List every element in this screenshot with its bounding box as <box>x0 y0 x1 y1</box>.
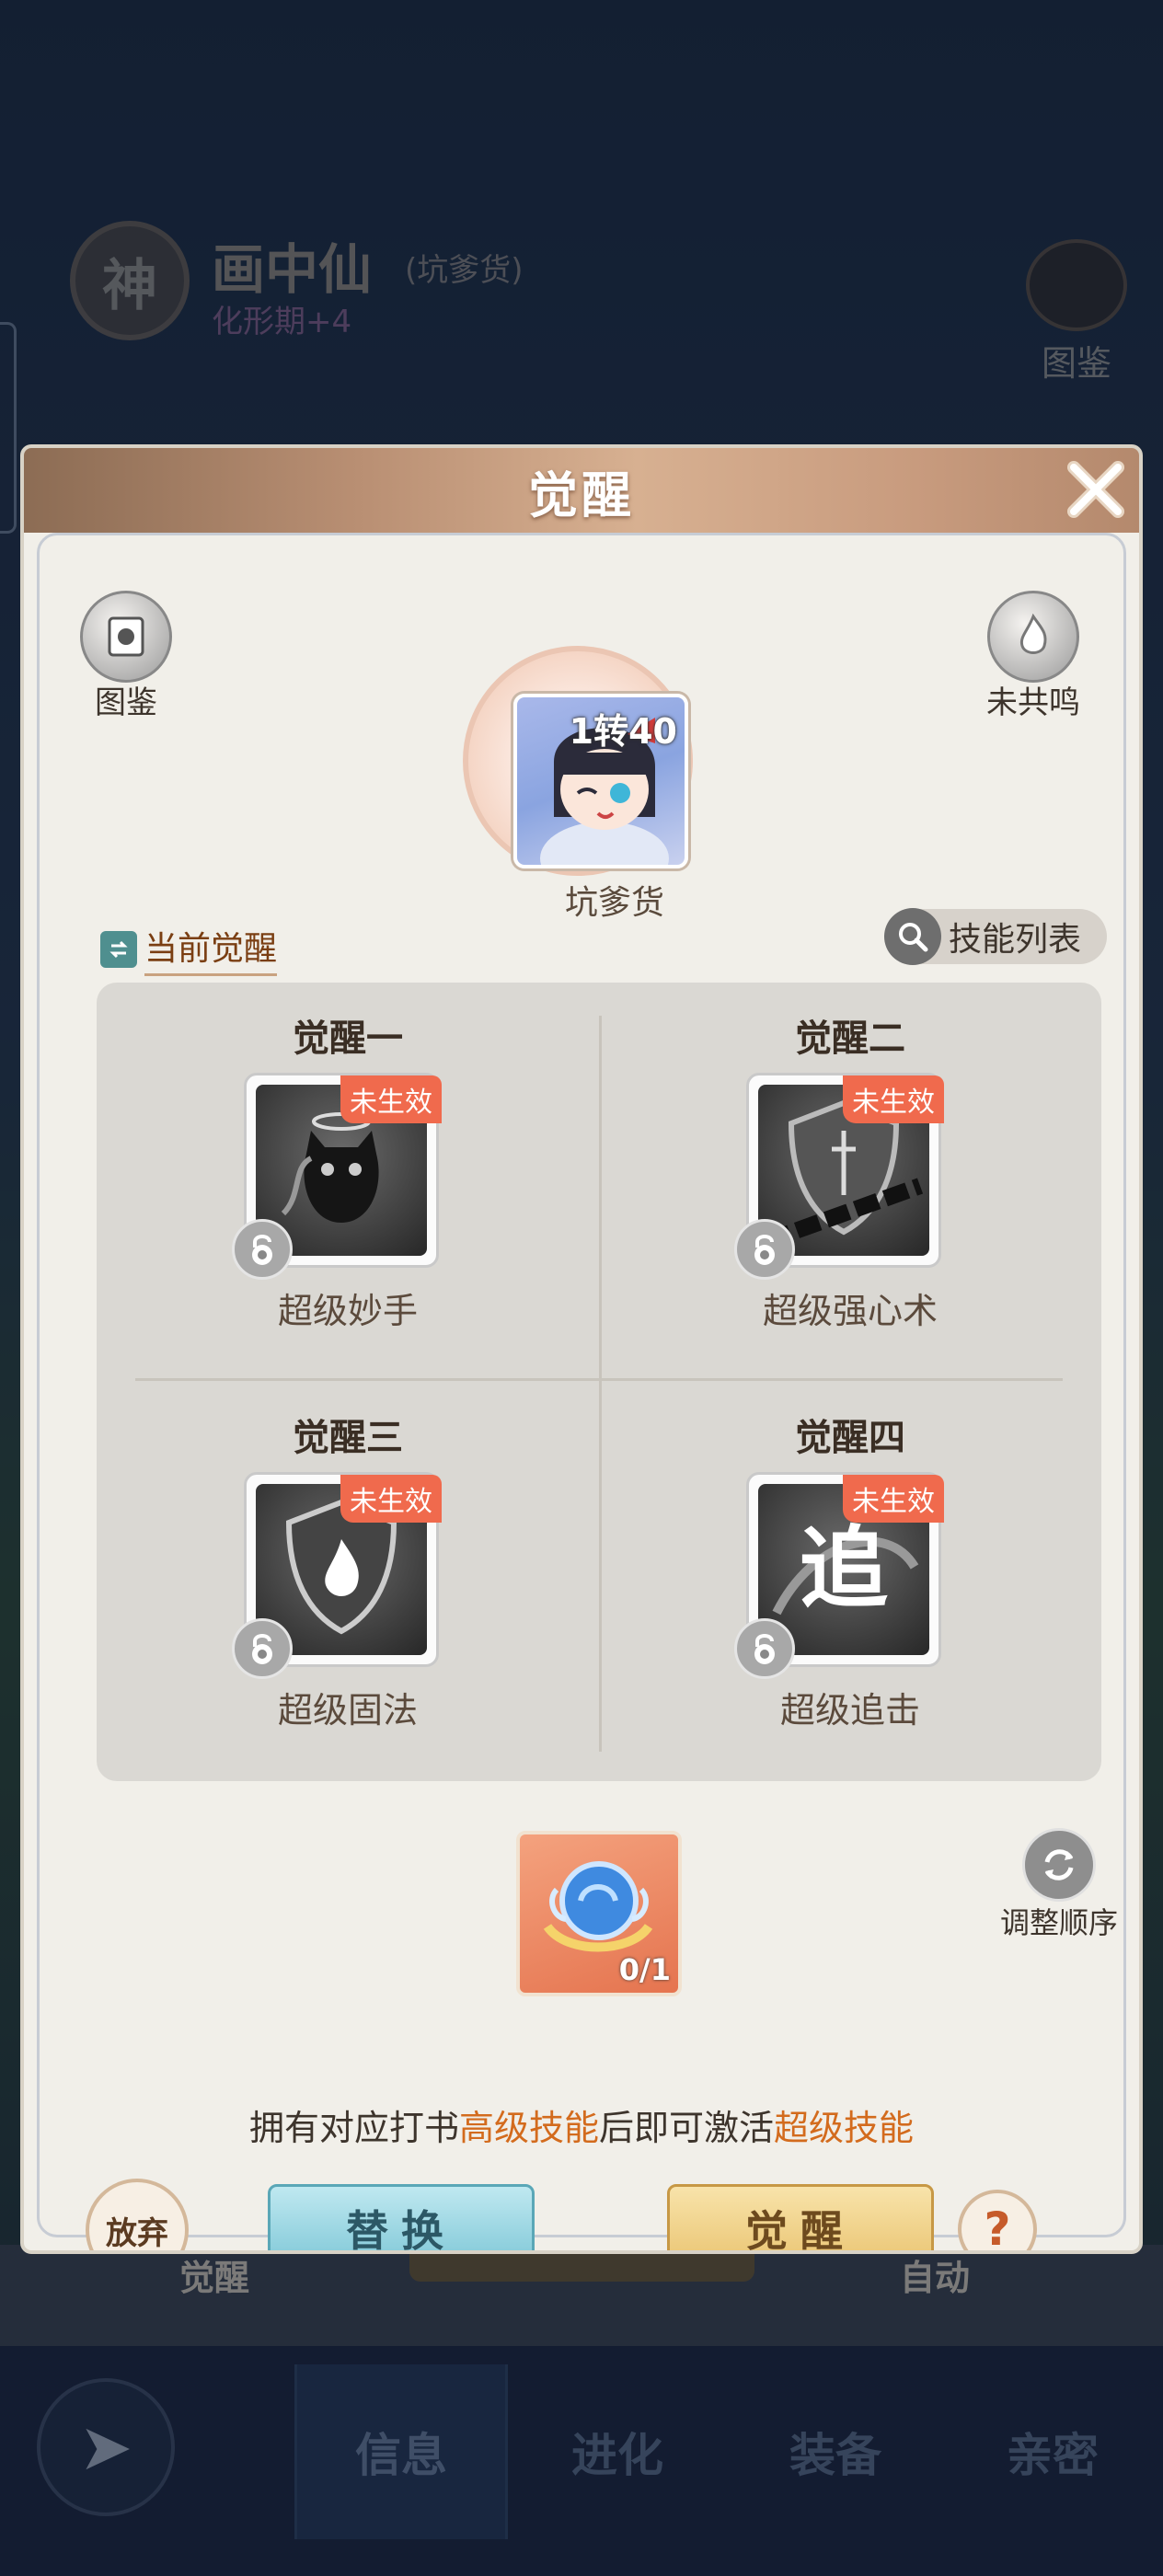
current-awaken-link[interactable]: 当前觉醒 <box>100 922 278 976</box>
dialog-title: 觉醒 <box>528 465 635 524</box>
awaken-skills-grid: 觉醒一 未生效 超级妙手 觉醒二 未生效 超级强心术 觉醒三 未生效 超级固法 … <box>97 983 1101 1781</box>
status-badge: 未生效 <box>843 1075 944 1123</box>
help-button[interactable]: ? <box>958 2190 1037 2250</box>
skill-name: 超级强心术 <box>762 1291 938 1331</box>
awaken-slot-title: 觉醒四 <box>795 1417 905 1459</box>
reorder-label: 调整顺序 <box>999 1905 1118 1940</box>
codex-button[interactable]: 图鉴 <box>71 591 181 722</box>
resonance-button[interactable]: 未共鸣 <box>978 591 1088 722</box>
item-count: 0/1 <box>618 1952 671 1987</box>
resonance-label: 未共鸣 <box>986 684 1080 721</box>
hint-highlight: 高级技能 <box>458 2108 599 2148</box>
search-icon <box>884 908 941 965</box>
skill-name: 超级固法 <box>277 1690 418 1731</box>
skill-tile[interactable]: 未生效 <box>734 1073 944 1280</box>
skill-list-label: 技能列表 <box>949 921 1082 959</box>
awaken-slot-title: 觉醒一 <box>293 1018 403 1060</box>
close-button[interactable] <box>1056 450 1135 529</box>
abandon-button[interactable]: 放弃 <box>86 2179 189 2250</box>
awaken-dialog: 觉醒 图鉴 未共鸣 1转40 坑爹货 当前觉醒 技能列表 觉醒一 未生效 超级妙… <box>20 444 1143 2254</box>
hero-portrait-name: 坑爹货 <box>564 884 664 922</box>
hero-level: 1转40 <box>569 711 677 752</box>
skill-tile[interactable]: 未生效 <box>232 1073 442 1280</box>
chase-glyph: 追 <box>800 1516 888 1620</box>
awaken-slot-1[interactable]: 觉醒一 未生效 超级妙手 <box>97 983 599 1382</box>
awaken-material-item[interactable]: 0/1 <box>516 1831 682 1996</box>
awaken-swap-icon <box>100 930 137 968</box>
codex-label: 图鉴 <box>95 684 157 721</box>
skill-list-button[interactable]: 技能列表 <box>884 908 1107 965</box>
refresh-icon <box>1022 1828 1096 1902</box>
lock-icon <box>734 1618 795 1679</box>
awaken-slot-3[interactable]: 觉醒三 未生效 超级固法 <box>97 1382 599 1781</box>
codex-icon <box>80 591 172 683</box>
flame-icon <box>987 591 1079 683</box>
lock-icon <box>232 1618 293 1679</box>
hint-text: 拥有对应打书 <box>248 2108 459 2148</box>
dialog-header: 觉醒 <box>24 448 1139 533</box>
awaken-slot-title: 觉醒二 <box>795 1018 905 1060</box>
lock-icon <box>232 1219 293 1280</box>
replace-button[interactable]: 替换 <box>268 2184 535 2250</box>
status-badge: 未生效 <box>340 1475 442 1523</box>
awaken-slot-title: 觉醒三 <box>293 1417 403 1459</box>
status-badge: 未生效 <box>843 1475 944 1523</box>
activation-hint: 拥有对应打书高级技能后即可激活超级技能 <box>40 2099 1123 2150</box>
hint-text: 后即可激活 <box>599 2108 775 2148</box>
hero-portrait[interactable]: 1转40 <box>513 694 688 868</box>
lock-icon <box>734 1219 795 1280</box>
dialog-body: 图鉴 未共鸣 1转40 坑爹货 当前觉醒 技能列表 觉醒一 未生效 超级妙手 觉… <box>37 533 1126 2250</box>
skill-tile[interactable]: 追 未生效 <box>734 1472 944 1679</box>
status-badge: 未生效 <box>340 1075 442 1123</box>
close-icon <box>1067 461 1124 518</box>
skill-name: 超级追击 <box>779 1690 920 1731</box>
hint-highlight: 超级技能 <box>774 2108 915 2148</box>
awaken-slot-2[interactable]: 觉醒二 未生效 超级强心术 <box>599 983 1101 1382</box>
skill-tile[interactable]: 未生效 <box>232 1472 442 1679</box>
awaken-slot-4[interactable]: 觉醒四 追 未生效 超级追击 <box>599 1382 1101 1781</box>
skill-name: 超级妙手 <box>277 1291 418 1331</box>
current-awaken-label: 当前觉醒 <box>144 922 278 976</box>
awaken-button[interactable]: 觉醒 <box>667 2184 934 2250</box>
reorder-button[interactable]: 调整顺序 <box>985 1828 1133 1942</box>
